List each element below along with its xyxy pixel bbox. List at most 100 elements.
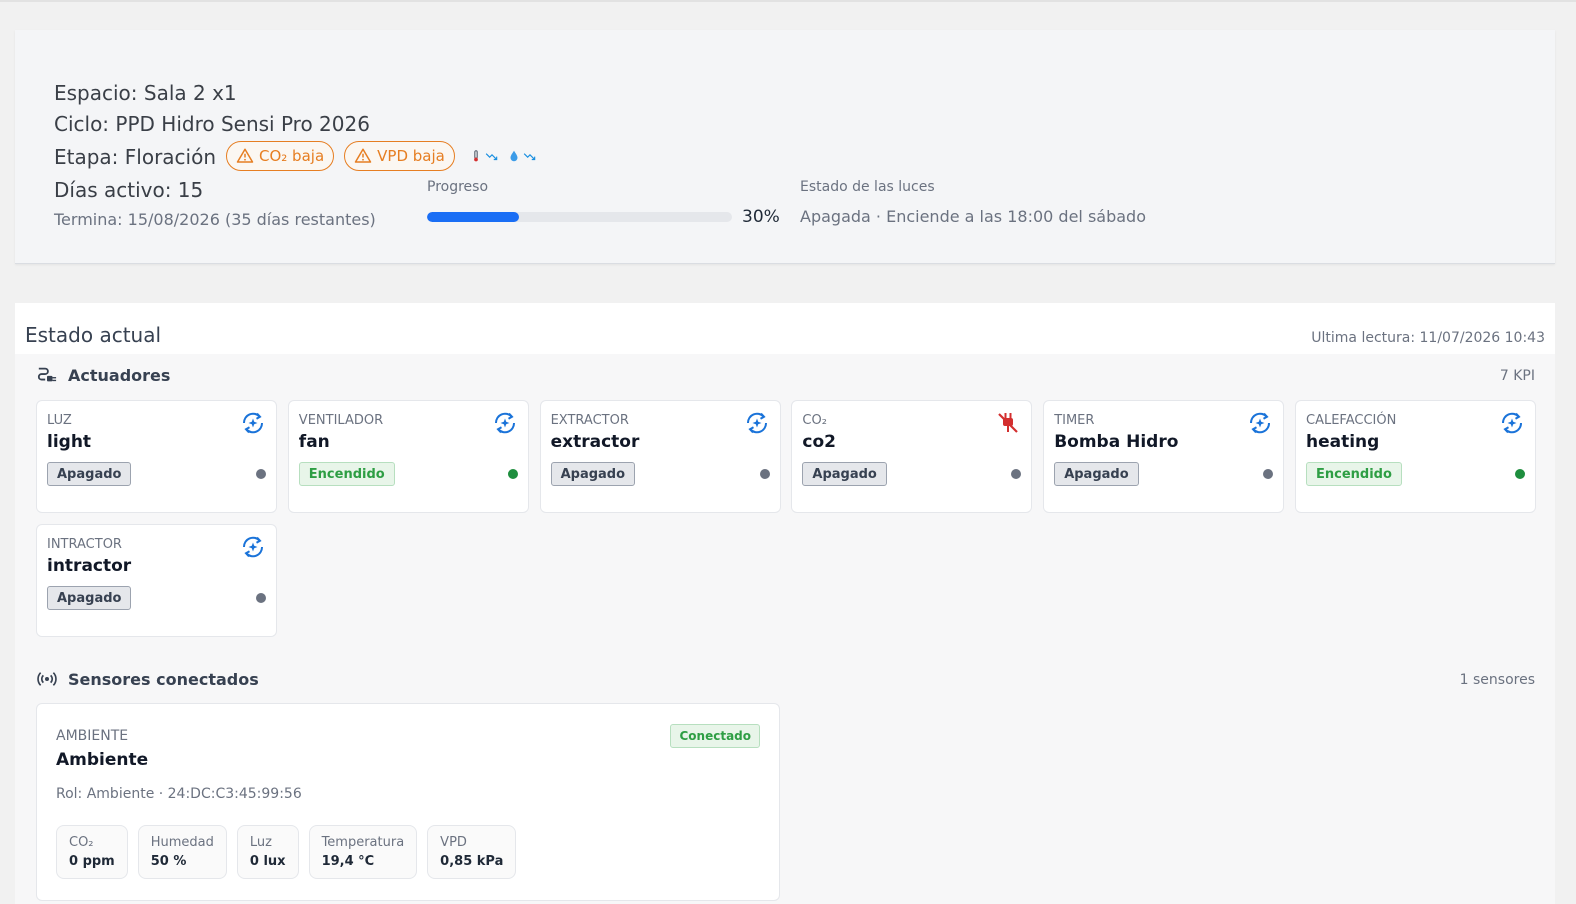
actuator-state-badge: Apagado <box>47 462 132 486</box>
actuator-card-co2[interactable]: CO₂ co2 Apagado <box>791 400 1033 513</box>
status-dot <box>507 469 518 479</box>
auto-mode-icon[interactable] <box>1499 410 1525 436</box>
progress-percent: 30% <box>742 207 780 227</box>
sensor-card-ambiente[interactable]: AMBIENTE Ambiente Conectado Rol: Ambient… <box>36 703 780 901</box>
end-date: Termina: 15/08/2026 (35 días restantes) <box>54 210 376 229</box>
metric-tile: Temperatura 19,4 °C <box>308 825 418 879</box>
actuators-title: Actuadores <box>68 365 171 385</box>
metric-label: Temperatura <box>321 835 405 850</box>
status-dot <box>1263 469 1274 479</box>
metric-label: Luz <box>249 835 272 850</box>
sensors-count: 1 sensores <box>1459 672 1535 688</box>
auto-mode-icon[interactable] <box>240 410 266 436</box>
status-dot <box>1011 469 1022 479</box>
current-state-header: Estado actual Ultima lectura: 11/07/2026… <box>15 303 1555 354</box>
metric-value: 0 ppm <box>69 854 115 869</box>
actuator-card-light[interactable]: Luz light Apagado <box>36 400 277 513</box>
auto-mode-icon[interactable] <box>1247 410 1273 436</box>
actuator-card-heating[interactable]: Calefacción heating Encendido <box>1295 400 1536 513</box>
actuators-count: 7 KPI <box>1499 368 1535 384</box>
actuator-state-badge: Encendido <box>298 462 395 486</box>
current-state-title: Estado actual <box>25 323 162 347</box>
actuator-state-badge: Apagado <box>802 462 887 486</box>
status-dot <box>1515 469 1525 479</box>
status-dot <box>256 469 266 479</box>
metric-tile: Humedad 50 % <box>137 825 227 879</box>
metric-value: 19,4 °C <box>321 854 375 869</box>
thermometer-icon <box>473 150 478 162</box>
progress-fill <box>427 212 519 222</box>
cycle-name: Ciclo: PPD Hidro Sensi Pro 2026 <box>54 112 370 136</box>
actuator-type: Intractor <box>47 537 122 552</box>
current-state-panel: Estado actual Ultima lectura: 11/07/2026… <box>15 303 1555 904</box>
actuator-type: Ventilador <box>298 413 384 428</box>
actuator-name: extractor <box>550 432 640 452</box>
actuator-card-fan[interactable]: Ventilador fan Encendido <box>287 400 529 513</box>
metric-value: 50 % <box>150 854 187 869</box>
days-active: Días activo: 15 <box>54 178 204 202</box>
actuator-type: Luz <box>47 413 72 428</box>
auto-mode-icon[interactable] <box>492 410 518 436</box>
last-reading: Ultima lectura: 11/07/2026 10:43 <box>1311 330 1545 346</box>
metric-label: Humedad <box>150 835 214 850</box>
auto-mode-icon[interactable] <box>744 410 770 436</box>
sensor-meta: Rol: Ambiente · 24:DC:C3:45:99:56 <box>56 786 302 802</box>
metric-tile: Luz 0 lux <box>236 825 299 879</box>
lights-status-label: Estado de las luces <box>800 179 935 195</box>
actuator-state-badge: Apagado <box>1054 462 1139 486</box>
plug-off-icon[interactable] <box>995 410 1021 436</box>
lights-status-value: Apagada · Enciende a las 18:00 del sábad… <box>800 207 1146 226</box>
actuator-name: co2 <box>802 432 836 452</box>
actuator-state-badge: Apagado <box>47 586 132 610</box>
droplet-icon <box>510 150 518 162</box>
actuator-icon <box>37 367 57 382</box>
metric-label: VPD <box>440 835 467 850</box>
sensor-type: AMBIENTE <box>56 728 129 744</box>
actuators-header: Actuadores <box>36 365 170 385</box>
actuator-name: intractor <box>47 556 132 576</box>
stage-name: Etapa: Floración <box>54 145 217 169</box>
actuator-state-badge: Encendido <box>1306 462 1402 486</box>
actuator-card-extractor[interactable]: Extractor extractor Apagado <box>539 400 781 513</box>
trend-down-icon <box>523 153 536 161</box>
alert-label: CO₂ baja <box>259 147 325 165</box>
top-border <box>0 0 1576 2</box>
space-name: Espacio: Sala 2 x1 <box>54 81 237 105</box>
progress-label: Progreso <box>427 179 489 195</box>
alert-chip-co2[interactable]: CO₂ baja <box>226 141 335 171</box>
actuator-type: Timer <box>1054 413 1095 428</box>
actuator-type: Extractor <box>550 413 629 428</box>
alert-chip-vpd[interactable]: VPD baja <box>344 141 455 171</box>
trend-down-icon <box>485 153 498 161</box>
alerts-group: CO₂ baja VPD baja <box>226 141 537 171</box>
actuator-card-intractor[interactable]: Intractor intractor Apagado <box>36 524 277 637</box>
sensors-title: Sensores conectados <box>68 669 259 689</box>
sensor-status-badge: Conectado <box>670 724 760 748</box>
actuator-card-bomba-hidro[interactable]: Timer Bomba Hidro Apagado <box>1043 400 1285 513</box>
actuator-state-badge: Apagado <box>550 462 636 486</box>
sensor-metrics: CO₂ 0 ppm Humedad 50 % Luz 0 lux Temperatura 19… <box>56 825 517 879</box>
trend-indicators <box>469 149 537 163</box>
status-dot <box>759 469 770 479</box>
actuator-type: CO₂ <box>802 413 827 428</box>
actuator-name: Bomba Hidro <box>1054 432 1179 452</box>
warning-icon <box>354 148 372 163</box>
alert-label: VPD baja <box>377 147 445 165</box>
metric-value: 0 lux <box>249 854 286 869</box>
metric-tile: VPD 0,85 kPa <box>427 825 517 879</box>
progress-bar <box>427 212 732 222</box>
actuator-name: heating <box>1306 432 1380 452</box>
actuator-name: fan <box>298 432 330 452</box>
auto-mode-icon[interactable] <box>240 534 266 560</box>
actuator-name: light <box>47 432 92 452</box>
cycle-summary-card: Espacio: Sala 2 x1 Ciclo: PPD Hidro Sens… <box>15 30 1555 264</box>
status-dot <box>256 593 266 603</box>
sensor-name: Ambiente <box>56 750 149 770</box>
metric-value: 0,85 kPa <box>440 854 504 869</box>
metric-tile: CO₂ 0 ppm <box>56 825 128 879</box>
metric-label: CO₂ <box>69 835 94 850</box>
broadcast-icon <box>37 672 57 686</box>
sensors-header: Sensores conectados <box>36 669 259 689</box>
actuator-type: Calefacción <box>1306 413 1397 428</box>
warning-icon <box>236 148 254 163</box>
